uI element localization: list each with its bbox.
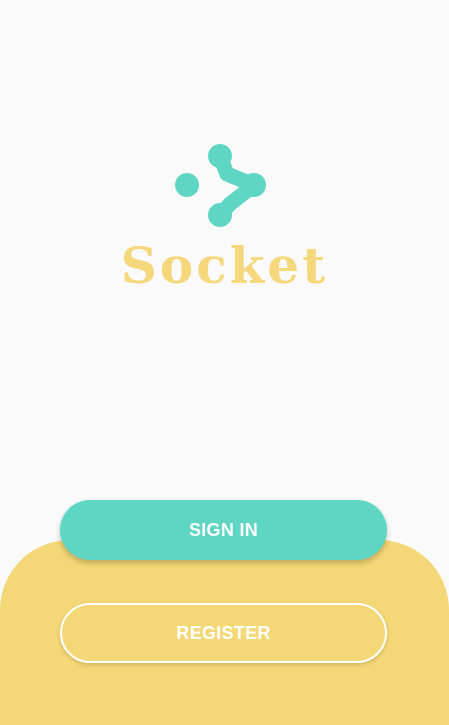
register-label: REGISTER: [176, 622, 271, 643]
socket-logo-icon: [175, 144, 266, 227]
register-button[interactable]: REGISTER: [60, 603, 387, 663]
sign-in-button[interactable]: SIGN IN: [60, 500, 387, 560]
app-logo: Socket: [0, 0, 449, 300]
app-wordmark: Socket: [120, 236, 329, 295]
sign-in-label: SIGN IN: [188, 519, 259, 540]
